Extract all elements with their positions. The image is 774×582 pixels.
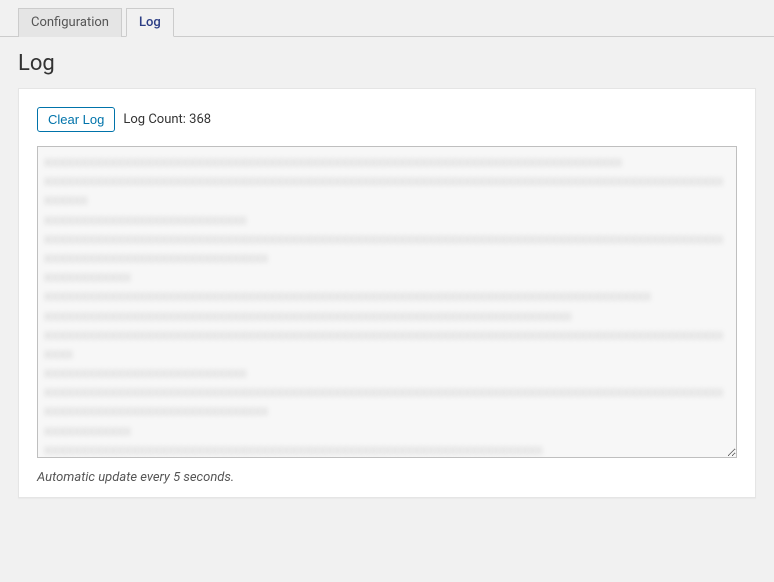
log-count-value: 368 [189, 112, 211, 127]
tab-log[interactable]: Log [126, 8, 174, 37]
tab-bar: Configuration Log [0, 0, 774, 37]
log-textarea[interactable] [37, 146, 737, 458]
log-count-prefix: Log Count: [123, 112, 189, 127]
controls-row: Clear Log Log Count: 368 [37, 107, 737, 132]
tab-configuration[interactable]: Configuration [18, 8, 122, 37]
log-count: Log Count: 368 [123, 112, 211, 127]
page-title: Log [0, 37, 774, 88]
log-panel: Clear Log Log Count: 368 Automatic updat… [18, 88, 756, 498]
clear-log-button[interactable]: Clear Log [37, 107, 115, 132]
auto-update-note: Automatic update every 5 seconds. [37, 470, 737, 485]
